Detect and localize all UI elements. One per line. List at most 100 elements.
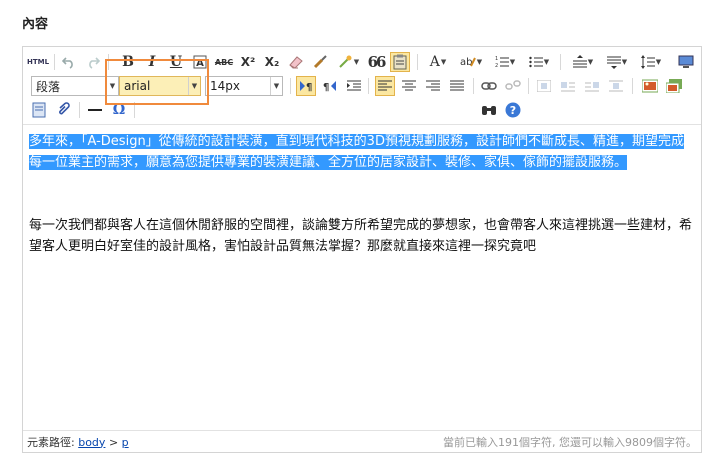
image-icon <box>642 79 658 93</box>
superscript-button[interactable]: X² <box>238 52 258 72</box>
selected-text: 多年來，「A-Design」從傳統的設計裝潢，直到現代科技的3D預視規劃服務，設… <box>29 134 684 170</box>
attachment-button[interactable] <box>53 100 73 120</box>
font-color-label: A <box>429 54 440 70</box>
font-size-select[interactable]: 14px ▼ <box>205 76 283 96</box>
redo-icon <box>89 57 100 69</box>
align-left-button[interactable] <box>375 76 395 96</box>
font-color-button[interactable]: A ▼ <box>424 52 452 72</box>
paste-plain-button[interactable] <box>390 52 410 72</box>
chevron-down-icon: ▼ <box>543 58 550 66</box>
rtl-icon: ¶ <box>323 81 336 93</box>
toolbar-separator <box>290 78 291 94</box>
line-height-icon <box>640 55 655 69</box>
gallery-icon <box>666 79 682 93</box>
image-center-icon <box>609 80 623 92</box>
multi-image-button[interactable] <box>664 76 684 96</box>
toolbar-separator <box>79 102 80 118</box>
subscript-button[interactable]: X₂ <box>262 52 282 72</box>
ordered-list-button[interactable]: 12 ▼ <box>490 52 520 72</box>
blockquote-button[interactable]: 66 <box>366 52 387 72</box>
chevron-down-icon: ▼ <box>655 58 662 66</box>
monitor-icon <box>678 55 694 68</box>
align-right-icon <box>426 80 440 91</box>
html-source-button[interactable]: HTML <box>26 52 50 72</box>
paperclip-icon <box>59 102 70 115</box>
paragraph-spacing-top-button[interactable]: ▼ <box>568 52 598 72</box>
search-replace-button[interactable] <box>479 100 499 120</box>
undo-button[interactable] <box>59 52 79 72</box>
help-button[interactable]: ? <box>503 100 523 120</box>
align-justify-icon <box>450 80 464 91</box>
chevron-down-icon: ▼ <box>353 58 360 66</box>
paragraph-select[interactable]: 段落 ▼ <box>31 76 119 96</box>
element-path-label: 元素路徑: <box>27 435 75 449</box>
chevron-down-icon: ▼ <box>188 77 200 95</box>
editor-toolbar: HTML B I U A ABC X² X₂ ▼ 66 A ▼ ab ▼ 1 2… <box>23 47 701 125</box>
auto-format-button[interactable]: ▼ <box>334 52 362 72</box>
font-family-select-value: arial <box>124 79 151 93</box>
undo-icon <box>62 57 73 69</box>
paragraph-spacing-bottom-button[interactable]: ▼ <box>602 52 632 72</box>
image-center-button[interactable] <box>606 76 626 96</box>
unlink-icon <box>505 80 521 90</box>
image-float-left-button[interactable] <box>558 76 578 96</box>
italic-button[interactable]: I <box>142 52 162 72</box>
format-painter-button[interactable] <box>310 52 330 72</box>
indent-icon <box>347 80 361 91</box>
image-none-icon <box>537 80 551 92</box>
ltr-direction-button[interactable]: ¶ <box>296 76 316 96</box>
section-title: 內容 <box>22 17 49 32</box>
svg-text:2: 2 <box>495 63 498 69</box>
background-color-button[interactable]: ab ▼ <box>456 52 486 72</box>
align-right-button[interactable] <box>423 76 443 96</box>
toolbar-separator <box>632 78 633 94</box>
special-char-button[interactable]: Ω <box>109 100 129 120</box>
toolbar-separator <box>417 54 418 70</box>
paragraph-selected[interactable]: 多年來，「A-Design」從傳統的設計裝潢，直到現代科技的3D預視規劃服務，設… <box>29 131 693 173</box>
unordered-list-button[interactable]: ▼ <box>524 52 554 72</box>
insert-frame-button[interactable] <box>29 100 49 120</box>
brush-icon <box>313 55 327 69</box>
insert-image-button[interactable] <box>640 76 660 96</box>
element-path-separator: > <box>108 435 119 449</box>
link-icon <box>481 82 497 90</box>
element-path-p-link[interactable]: p <box>122 436 129 449</box>
underline-button[interactable]: U <box>166 52 186 72</box>
magic-wand-icon <box>339 55 352 68</box>
help-icon: ? <box>505 102 521 118</box>
font-border-button[interactable]: A <box>190 52 210 72</box>
image-right-icon <box>585 82 599 92</box>
align-center-button[interactable] <box>399 76 419 96</box>
redo-button[interactable] <box>83 52 103 72</box>
rtl-direction-button[interactable]: ¶ <box>320 76 340 96</box>
chevron-down-icon: ▼ <box>270 77 282 95</box>
svg-text:ab: ab <box>460 57 472 68</box>
toolbar-separator <box>528 78 529 94</box>
indent-button[interactable] <box>344 76 364 96</box>
unlink-button[interactable] <box>503 76 523 96</box>
toolbar-row-3: Ω ? <box>23 98 701 122</box>
font-border-icon: A <box>193 55 207 69</box>
horizontal-rule-button[interactable] <box>85 100 105 120</box>
chevron-down-icon: ▼ <box>106 77 118 95</box>
eraser-button[interactable] <box>286 52 306 72</box>
toolbar-separator <box>473 78 474 94</box>
bold-button[interactable]: B <box>118 52 138 72</box>
element-path-body-link[interactable]: body <box>78 436 105 449</box>
paragraph-2[interactable]: 每一次我們都與客人在這個休閒舒服的空間裡，談論雙方所希望完成的夢想家，也會帶客人… <box>29 215 693 257</box>
image-float-right-button[interactable] <box>582 76 602 96</box>
chevron-down-icon: ▼ <box>587 58 594 66</box>
ltr-icon: ¶ <box>300 81 312 93</box>
align-left-icon <box>378 80 392 91</box>
link-button[interactable] <box>479 76 499 96</box>
font-family-select[interactable]: arial ▼ <box>119 76 201 96</box>
strikethrough-button[interactable]: ABC <box>214 52 234 72</box>
image-float-none-button[interactable] <box>534 76 554 96</box>
line-height-button[interactable]: ▼ <box>636 52 666 72</box>
toolbar-separator <box>368 78 369 94</box>
preview-button[interactable] <box>676 52 696 72</box>
toolbar-row-2: 段落 ▼ arial ▼ 14px ▼ ¶ ¶ <box>23 74 701 98</box>
editor-content[interactable]: 多年來，「A-Design」從傳統的設計裝潢，直到現代科技的3D預視規劃服務，設… <box>29 131 693 257</box>
align-justify-button[interactable] <box>447 76 467 96</box>
